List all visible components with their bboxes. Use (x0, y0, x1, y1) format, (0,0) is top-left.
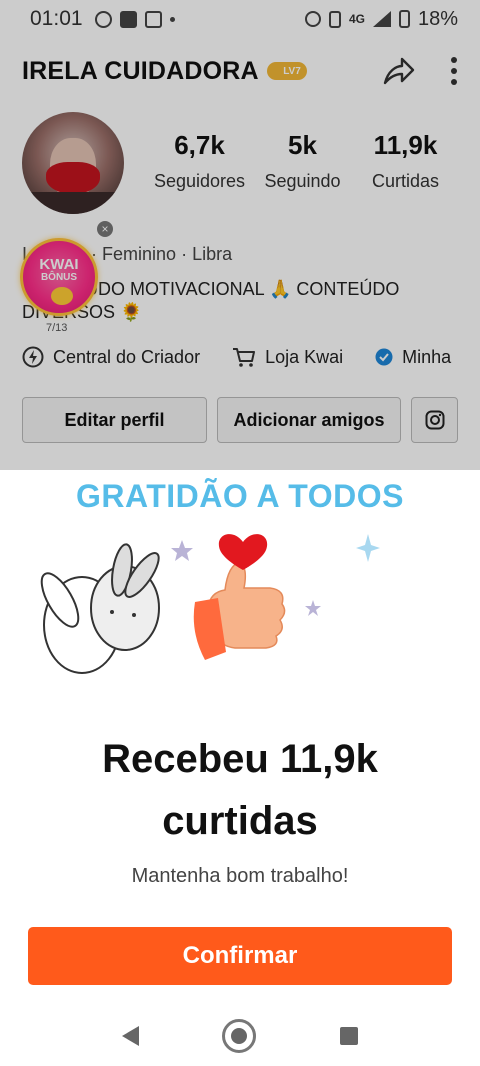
back-icon[interactable] (121, 1025, 139, 1046)
gratitude-illustration (40, 534, 380, 674)
thumbs-up-illustration (193, 561, 286, 660)
heart-icon (218, 534, 268, 570)
sheet-title: GRATIDÃO A TODOS (76, 478, 404, 514)
modal-overlay[interactable] (0, 0, 480, 470)
home-icon[interactable] (222, 1018, 257, 1053)
encouragement-text: Mantenha bom trabalho! (131, 865, 349, 887)
likes-achievement-sheet: GRATIDÃO A TODOS Recebeu 11,9k curtidas … (0, 470, 480, 1066)
likes-headline: Recebeu 11,9k curtidas (102, 737, 378, 843)
bunny-illustration (40, 543, 160, 674)
recents-icon[interactable] (340, 1026, 359, 1045)
system-nav-bar (0, 1005, 480, 1066)
star-icon (305, 600, 321, 616)
sparkle-icon (356, 534, 380, 562)
star-icon (171, 540, 193, 561)
confirm-button[interactable]: Confirmar (28, 927, 452, 985)
